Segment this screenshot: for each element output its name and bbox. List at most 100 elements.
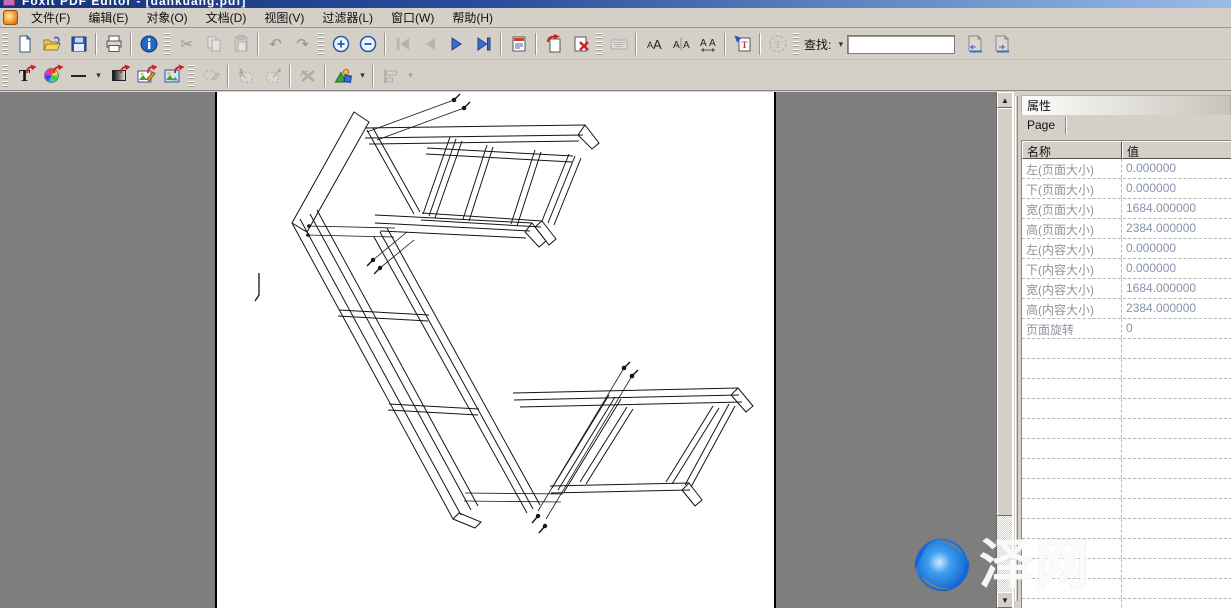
menu-item-view[interactable]: 视图(V): [255, 7, 313, 28]
document-canvas[interactable]: [0, 92, 996, 608]
info-icon: [139, 34, 159, 54]
toolbar-gripper[interactable]: [188, 65, 194, 87]
new-button[interactable]: [11, 32, 38, 57]
property-value[interactable]: 0: [1122, 319, 1231, 338]
menu-item-edit[interactable]: 编辑(E): [79, 7, 137, 28]
font-compare-button[interactable]: AA: [640, 32, 667, 57]
svg-text:A: A: [700, 38, 707, 49]
property-row[interactable]: 页面旋转0: [1022, 319, 1231, 339]
property-name: 宽(内容大小): [1022, 279, 1122, 298]
delete-object-button[interactable]: [294, 63, 321, 88]
property-row[interactable]: 宽(内容大小)1684.000000: [1022, 279, 1231, 299]
toolbar-gripper[interactable]: [164, 33, 170, 55]
copy-button[interactable]: [200, 32, 227, 57]
kerning-button[interactable]: AA: [694, 32, 721, 57]
property-row-empty: [1022, 579, 1231, 599]
scroll-up-button[interactable]: ▲: [997, 92, 1013, 108]
find-previous-button[interactable]: [961, 32, 988, 57]
property-row[interactable]: 下(页面大小)0.000000: [1022, 179, 1231, 199]
find-history-dropdown[interactable]: ▾: [834, 32, 847, 57]
first-page-button[interactable]: [389, 32, 416, 57]
property-value[interactable]: 2384.000000: [1122, 219, 1231, 238]
last-page-button[interactable]: [470, 32, 497, 57]
letter-spacing-button[interactable]: AA: [667, 32, 694, 57]
open-button[interactable]: [38, 32, 65, 57]
redo-button[interactable]: ↷: [289, 32, 316, 57]
page-layout-button[interactable]: [505, 32, 532, 57]
pdf-page[interactable]: [215, 92, 776, 608]
property-value[interactable]: 1684.000000: [1122, 279, 1231, 298]
document-icon[interactable]: [3, 10, 18, 25]
add-line-object-button[interactable]: [65, 63, 92, 88]
column-header-value[interactable]: 值: [1122, 141, 1231, 159]
toolbar-separator: [724, 33, 726, 55]
align-dropdown[interactable]: ▾: [404, 63, 417, 88]
toolbar-gripper[interactable]: [2, 65, 8, 87]
align-button[interactable]: [377, 63, 404, 88]
panel-splitter[interactable]: [1015, 96, 1018, 601]
property-value[interactable]: 0.000000: [1122, 159, 1231, 178]
property-row[interactable]: 高(内容大小)2384.000000: [1022, 299, 1231, 319]
scroll-down-button[interactable]: ▼: [997, 592, 1013, 608]
property-row[interactable]: 高(页面大小)2384.000000: [1022, 219, 1231, 239]
add-text-object-button[interactable]: T: [11, 63, 38, 88]
edit-image-object-button[interactable]: [132, 63, 159, 88]
add-rectangle-object-button[interactable]: [105, 63, 132, 88]
shapes-dropdown[interactable]: ▾: [356, 63, 369, 88]
menu-item-object[interactable]: 对象(O): [137, 7, 196, 28]
paste-button[interactable]: [227, 32, 254, 57]
print-button[interactable]: [100, 32, 127, 57]
shapes-button[interactable]: [329, 63, 356, 88]
menu-item-filter[interactable]: 过滤器(L): [313, 7, 382, 28]
add-image-object-button[interactable]: [159, 63, 186, 88]
toolbar-separator: [384, 33, 386, 55]
insert-text-button[interactable]: T: [729, 32, 756, 57]
menu-item-help[interactable]: 帮助(H): [443, 7, 502, 28]
menu-item-file[interactable]: 文件(F): [22, 7, 79, 28]
send-backward-button[interactable]: [259, 63, 286, 88]
toolbar-gripper[interactable]: [318, 33, 324, 55]
line-style-dropdown[interactable]: ▾: [92, 63, 105, 88]
rotate-page-button[interactable]: [540, 32, 567, 57]
add-shading-object-button[interactable]: [38, 63, 65, 88]
property-row[interactable]: 宽(页面大小)1684.000000: [1022, 199, 1231, 219]
add-arrow-icon: [147, 64, 158, 75]
property-value[interactable]: 0.000000: [1122, 239, 1231, 258]
property-row[interactable]: 左(页面大小)0.000000: [1022, 159, 1231, 179]
menu-item-window[interactable]: 窗口(W): [382, 7, 443, 28]
toolbar-gripper[interactable]: [596, 33, 602, 55]
find-input[interactable]: [847, 35, 955, 54]
tab-page[interactable]: Page: [1021, 116, 1065, 135]
document-info-button[interactable]: [135, 32, 162, 57]
property-value[interactable]: 1684.000000: [1122, 199, 1231, 218]
zoom-out-button[interactable]: [354, 32, 381, 57]
open-folder-icon: [42, 34, 62, 54]
toolbar-gripper[interactable]: [793, 33, 799, 55]
find-next-button[interactable]: [988, 32, 1015, 57]
bring-forward-button[interactable]: [232, 63, 259, 88]
toolbar-gripper[interactable]: [2, 33, 8, 55]
cut-button[interactable]: ✂: [173, 32, 200, 57]
column-header-name[interactable]: 名称: [1022, 141, 1122, 159]
property-value[interactable]: 2384.000000: [1122, 299, 1231, 318]
save-button[interactable]: [65, 32, 92, 57]
svg-text:T: T: [741, 40, 747, 50]
previous-page-button[interactable]: [416, 32, 443, 57]
menu-item-document[interactable]: 文档(D): [197, 7, 256, 28]
delete-page-button[interactable]: [567, 32, 594, 57]
toolbar-separator: [227, 65, 229, 87]
delete-page-icon: [571, 34, 591, 54]
property-row[interactable]: 左(内容大小)0.000000: [1022, 239, 1231, 259]
zoom-in-button[interactable]: [327, 32, 354, 57]
next-page-button[interactable]: [443, 32, 470, 57]
undo-button[interactable]: ↶: [262, 32, 289, 57]
property-row[interactable]: 下(内容大小)0.000000: [1022, 259, 1231, 279]
vertical-scrollbar[interactable]: ▲ ▼: [996, 92, 1012, 608]
lasso-select-button[interactable]: [197, 63, 224, 88]
property-value[interactable]: 0.000000: [1122, 179, 1231, 198]
property-value[interactable]: 0.000000: [1122, 259, 1231, 278]
shapes-icon: [333, 66, 353, 86]
keyboard-button[interactable]: [605, 32, 632, 57]
text-circle-button[interactable]: T: [764, 32, 791, 57]
scrollbar-thumb[interactable]: [997, 108, 1013, 516]
